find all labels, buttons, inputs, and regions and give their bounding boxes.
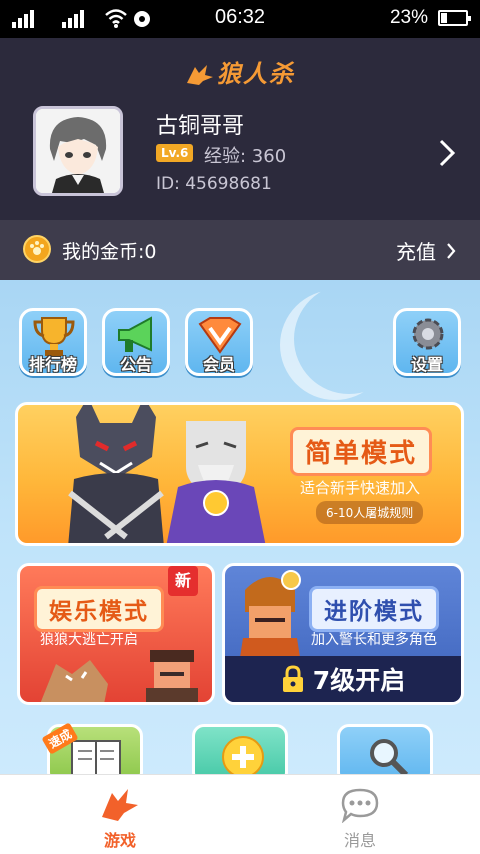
- battery-percent: 23%: [389, 7, 428, 28]
- user-id: ID: 45698681: [156, 174, 272, 194]
- battery-icon: [438, 10, 471, 26]
- new-badge: 新: [168, 566, 198, 596]
- game-lobby: 排行榜 公告 会员 设置 简单模式 适合新手快速加入 6-10人屠城规则 娱乐模…: [0, 280, 480, 774]
- tutorial-card[interactable]: 速成: [41, 722, 143, 774]
- user-name: 古铜哥哥: [156, 114, 245, 139]
- avatar-image: [36, 109, 120, 193]
- wolf-logo-icon: [187, 65, 213, 85]
- tab-label: 游戏: [103, 831, 136, 850]
- fun-mode-title: 娱乐模式: [34, 586, 164, 632]
- easy-mode-subtitle: 适合新手快速加入: [300, 479, 421, 497]
- plus-icon: [222, 736, 264, 774]
- unlock-label: 7级开启: [312, 666, 406, 695]
- search-room-card[interactable]: [337, 724, 433, 774]
- coin-icon: [23, 235, 51, 263]
- experience-text: 经验: 360: [204, 146, 287, 167]
- advanced-mode-subtitle: 加入警长和更多角色: [311, 632, 437, 648]
- recharge-label: 充值: [396, 240, 436, 264]
- chevron-right-icon[interactable]: [438, 138, 456, 168]
- avatar[interactable]: [33, 106, 123, 196]
- announcement-button[interactable]: 公告: [102, 308, 170, 376]
- magnifier-icon: [370, 739, 409, 774]
- chat-bubble-icon: [341, 788, 379, 823]
- fun-mode-illustration: [40, 650, 198, 702]
- wizard-character-illustration: [166, 421, 266, 543]
- create-room-card[interactable]: [192, 724, 288, 774]
- sheriff-character-illustration: [239, 570, 301, 664]
- settings-button[interactable]: 设置: [393, 308, 461, 376]
- status-bar: 06:32 23%: [0, 0, 480, 38]
- bottom-tab-bar: 游戏 消息: [0, 774, 480, 854]
- advanced-mode-card[interactable]: 进阶模式 加入警长和更多角色 7级开启: [222, 563, 464, 705]
- coins-bar: 我的金币:0 充值: [0, 220, 480, 280]
- level-badge: Lv.6: [156, 144, 194, 162]
- chevron-right-icon: [447, 242, 456, 259]
- easy-mode-title: 简单模式: [290, 427, 433, 476]
- unlock-bar: 7级开启: [225, 656, 461, 702]
- tab-messages[interactable]: 消息: [240, 775, 480, 854]
- app-title: 狼人杀: [217, 60, 295, 88]
- shortcut-label: 设置: [410, 355, 443, 374]
- easy-mode-rule: 6-10人屠城规则: [316, 501, 424, 524]
- profile-header: 狼人杀 古铜哥哥 Lv.6 经验: 360 ID: 45698681: [0, 38, 480, 220]
- shortcut-label: 排行榜: [28, 355, 77, 374]
- moon-decoration: [280, 290, 390, 400]
- fun-mode-card[interactable]: 娱乐模式 新 狼狼大逃亡开启: [17, 563, 215, 705]
- coins-label: 我的金币:0: [62, 241, 157, 263]
- app-logo: 狼人杀: [0, 54, 480, 89]
- leaderboard-button[interactable]: 排行榜: [19, 308, 87, 376]
- tab-label: 消息: [343, 831, 376, 850]
- tab-game[interactable]: 游戏: [0, 775, 240, 854]
- lock-icon: [282, 665, 303, 692]
- wolf-icon: [102, 789, 138, 821]
- book-icon: [71, 740, 121, 774]
- shortcut-label: 会员: [202, 355, 235, 374]
- recharge-button[interactable]: 充值: [396, 236, 456, 265]
- vip-button[interactable]: 会员: [185, 308, 253, 376]
- shortcut-label: 公告: [119, 355, 152, 374]
- battery-fill: [441, 13, 447, 23]
- easy-mode-card[interactable]: 简单模式 适合新手快速加入 6-10人屠城规则: [15, 402, 464, 546]
- advanced-mode-title: 进阶模式: [309, 586, 439, 632]
